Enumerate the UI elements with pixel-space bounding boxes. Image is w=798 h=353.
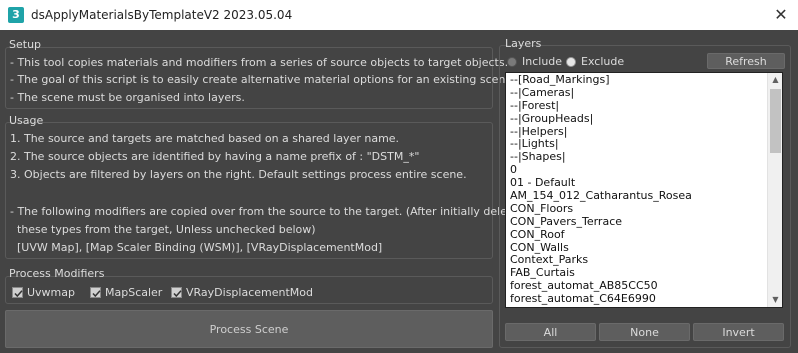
- layer-list-item[interactable]: --|Cameras|: [506, 86, 770, 99]
- mapscaler-label: MapScaler: [105, 286, 163, 299]
- checkmark-icon: [12, 287, 23, 298]
- include-label: Include: [522, 55, 563, 68]
- layer-list-item[interactable]: --[Road_Markings]: [506, 73, 770, 86]
- layer-list-item[interactable]: CON_Floors: [506, 202, 770, 215]
- window-title: dsApplyMaterialsByTemplateV2 2023.05.04: [31, 8, 293, 22]
- scroll-up-icon[interactable]: ▲: [768, 73, 782, 87]
- layer-list-item[interactable]: Context_Parks: [506, 253, 770, 267]
- layer-list-item[interactable]: --|GroupHeads|: [506, 112, 770, 125]
- layer-list-item[interactable]: 01 - Default: [506, 176, 770, 189]
- none-button[interactable]: None: [599, 323, 690, 341]
- include-radio[interactable]: Include: [507, 55, 562, 68]
- usage-line-2: 2. The source objects are identified by …: [10, 150, 420, 163]
- process-scene-button[interactable]: Process Scene: [5, 310, 493, 348]
- layer-list-item[interactable]: FAB_Curtais: [506, 266, 770, 279]
- mapscaler-checkbox[interactable]: MapScaler: [90, 286, 162, 299]
- layer-list-item[interactable]: forest_automat_C64E6990: [506, 292, 770, 305]
- layer-list-item[interactable]: CON_Pavers_Terrace: [506, 215, 770, 228]
- checkmark-icon: [171, 287, 182, 298]
- layer-list-item[interactable]: --|Lights|: [506, 137, 770, 151]
- layer-list-item[interactable]: 0: [506, 163, 770, 176]
- checkmark-icon: [90, 287, 101, 298]
- usage-line-1: 1. The source and targets are matched ba…: [10, 132, 400, 145]
- invert-button[interactable]: Invert: [693, 323, 784, 341]
- uvwmap-label: Uvwmap: [27, 286, 75, 299]
- scroll-down-icon[interactable]: ▼: [768, 293, 782, 307]
- usage-line-6: [UVW Map], [Map Scaler Binding (WSM)], […: [17, 241, 383, 254]
- usage-line-3: 3. Objects are filtered by layers on the…: [10, 168, 467, 181]
- vraydisplacementmod-label: VRayDisplacementMod: [186, 286, 313, 299]
- scrollbar-thumb[interactable]: [770, 89, 781, 153]
- app-icon: 3: [8, 7, 24, 23]
- layer-listbox[interactable]: --[Road_Markings] --|Cameras| --|Forest| --…: [505, 72, 783, 308]
- setup-line-2: - The goal of this script is to easily c…: [10, 73, 516, 86]
- uvwmap-checkbox[interactable]: Uvwmap: [12, 286, 75, 299]
- layer-list-item[interactable]: --|Helpers|: [506, 125, 770, 138]
- layer-list-item[interactable]: CON_Walls: [506, 241, 770, 254]
- exclude-radio[interactable]: Exclude: [566, 55, 624, 68]
- layer-list: --[Road_Markings] --|Cameras| --|Forest| --…: [506, 73, 770, 307]
- layer-list-item[interactable]: CON_Roof: [506, 228, 770, 241]
- usage-label: Usage: [9, 114, 44, 127]
- close-button[interactable]: ✕: [764, 0, 798, 30]
- title-bar: 3 dsApplyMaterialsByTemplateV2 2023.05.0…: [0, 0, 798, 30]
- setup-line-3: - The scene must be organised into layer…: [10, 91, 245, 104]
- layer-list-item[interactable]: AM_154_012_Catharantus_Rosea: [506, 189, 770, 202]
- setup-label: Setup: [9, 38, 42, 51]
- process-modifiers-label: Process Modifiers: [9, 267, 105, 280]
- setup-line-1: - This tool copies materials and modifie…: [10, 56, 509, 69]
- layer-list-item[interactable]: forest_automat_AB85CC50: [506, 279, 770, 292]
- refresh-button[interactable]: Refresh: [707, 53, 785, 69]
- radio-on-icon: [566, 56, 576, 67]
- usage-line-4: - The following modifiers are copied ove…: [10, 205, 529, 218]
- layer-list-item[interactable]: --|Forest|: [506, 99, 770, 112]
- exclude-label: Exclude: [581, 55, 625, 68]
- layer-list-item[interactable]: --|Shapes|: [506, 150, 770, 163]
- usage-line-5: these types from the target, Unless unch…: [17, 223, 316, 236]
- all-button[interactable]: All: [505, 323, 596, 341]
- vraydisplacementmod-checkbox[interactable]: VRayDisplacementMod: [171, 286, 313, 299]
- vertical-scrollbar[interactable]: ▲ ▼: [767, 73, 782, 307]
- layers-label: Layers: [505, 37, 542, 50]
- radio-off-icon: [507, 56, 517, 67]
